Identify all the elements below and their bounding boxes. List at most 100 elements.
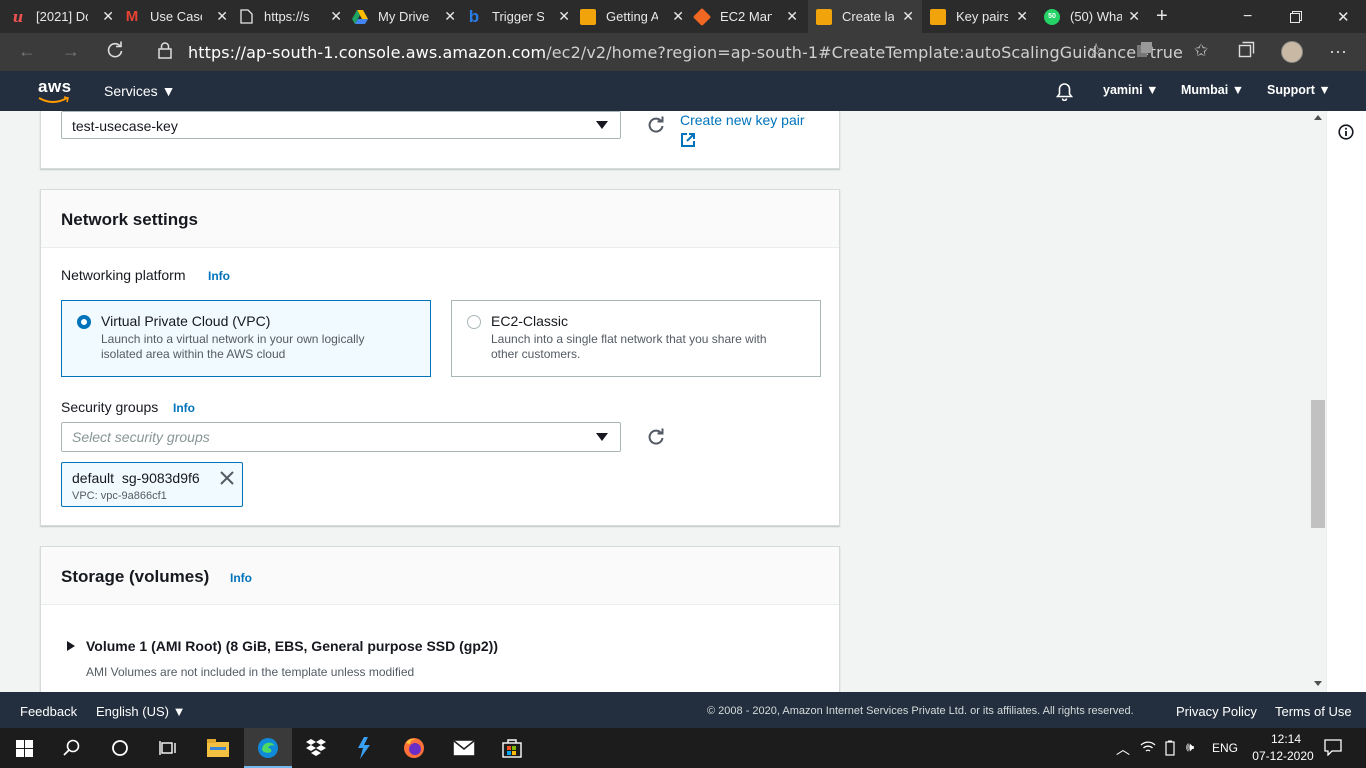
aws-header: aws Services ▼ yamini ▼ Mumbai ▼ Support… bbox=[0, 71, 1366, 111]
support-menu[interactable]: Support ▼ bbox=[1267, 83, 1331, 97]
terms-of-use-link[interactable]: Terms of Use bbox=[1275, 704, 1352, 719]
dropbox-icon[interactable] bbox=[304, 736, 328, 760]
volume-1-title[interactable]: Volume 1 (AMI Root) (8 GiB, EBS, General… bbox=[86, 638, 498, 654]
notifications-bell-icon[interactable] bbox=[1055, 82, 1074, 106]
close-tab-icon[interactable]: ✕ bbox=[216, 8, 228, 25]
refresh-icon[interactable] bbox=[647, 428, 665, 446]
favorites-icon[interactable]: ✩ bbox=[1194, 41, 1208, 61]
security-groups-placeholder: Select security groups bbox=[72, 429, 210, 445]
collections-icon[interactable] bbox=[1238, 41, 1255, 63]
aws-footer: Feedback English (US) ▼ © 2008 - 2020, A… bbox=[0, 692, 1366, 728]
reload-icon[interactable] bbox=[106, 41, 124, 64]
show-hidden-icons-chevron-icon[interactable]: ︿ bbox=[1116, 739, 1130, 759]
vpc-option-tile[interactable]: Virtual Private Cloud (VPC) Launch into … bbox=[61, 300, 431, 377]
store-icon[interactable] bbox=[500, 736, 524, 760]
restore-icon[interactable] bbox=[1290, 0, 1310, 33]
networking-platform-info-link[interactable]: Info bbox=[208, 269, 230, 283]
close-tab-icon[interactable]: ✕ bbox=[444, 8, 456, 25]
services-label: Services bbox=[104, 83, 158, 99]
storage-info-link[interactable]: Info bbox=[230, 571, 252, 585]
close-tab-icon[interactable]: ✕ bbox=[1128, 8, 1140, 25]
remove-token-icon[interactable] bbox=[220, 471, 234, 485]
volume-icon[interactable]: 🕪 bbox=[1186, 739, 1194, 755]
browser-tab[interactable]: Key pairs ✕ bbox=[930, 0, 1036, 33]
cortana-icon[interactable] bbox=[108, 736, 132, 760]
key-pair-select[interactable]: test-usecase-key bbox=[61, 111, 621, 139]
security-groups-info-link[interactable]: Info bbox=[173, 401, 195, 415]
vpc-option-desc: Launch into a virtual network in your ow… bbox=[101, 332, 365, 361]
close-tab-icon[interactable]: ✕ bbox=[1016, 8, 1028, 25]
clock-time[interactable]: 12:14 bbox=[1264, 732, 1308, 746]
vertical-scrollbar[interactable] bbox=[1310, 111, 1326, 692]
profile-avatar[interactable] bbox=[1281, 41, 1303, 63]
battery-icon[interactable] bbox=[1163, 740, 1177, 761]
firefox-icon[interactable] bbox=[402, 736, 426, 760]
scroll-up-icon[interactable] bbox=[1314, 115, 1322, 120]
browser-tab[interactable]: https://s ✕ bbox=[238, 0, 350, 33]
close-tab-icon[interactable]: ✕ bbox=[786, 8, 798, 25]
notification-center-icon[interactable] bbox=[1324, 739, 1342, 761]
windows-start-icon[interactable] bbox=[12, 736, 36, 760]
refresh-icon[interactable] bbox=[647, 116, 665, 134]
vpc-radio[interactable] bbox=[77, 315, 91, 329]
clock-date[interactable]: 07-12-2020 bbox=[1248, 749, 1318, 763]
minimize-icon[interactable]: − bbox=[1243, 0, 1263, 33]
tab-title: [2021] Dc bbox=[36, 9, 88, 24]
ec2-classic-radio[interactable] bbox=[467, 315, 481, 329]
mail-icon[interactable] bbox=[452, 736, 476, 760]
extensions-icon[interactable] bbox=[1136, 41, 1153, 63]
browser-tab[interactable]: My Drive ✕ bbox=[352, 0, 464, 33]
browser-tab[interactable]: b Trigger S ✕ bbox=[466, 0, 578, 33]
support-label: Support bbox=[1267, 83, 1315, 97]
close-tab-icon[interactable]: ✕ bbox=[902, 8, 914, 25]
browser-tab[interactable]: u [2021] Dc ✕ bbox=[10, 0, 122, 33]
address-bar[interactable]: https://ap-south-1.console.aws.amazon.co… bbox=[146, 37, 1183, 67]
edge-browser-icon[interactable] bbox=[256, 736, 280, 760]
back-icon[interactable]: ← bbox=[18, 41, 36, 62]
key-pair-value: test-usecase-key bbox=[72, 118, 178, 134]
browser-tab[interactable]: M Use Case ✕ bbox=[124, 0, 236, 33]
region-menu[interactable]: Mumbai ▼ bbox=[1181, 83, 1244, 97]
file-explorer-icon[interactable] bbox=[206, 736, 230, 760]
browser-tab-active[interactable]: Create la ✕ bbox=[808, 0, 922, 33]
expand-caret-icon[interactable] bbox=[67, 641, 75, 651]
more-options-icon[interactable]: ··· bbox=[1329, 41, 1347, 62]
forward-icon[interactable]: → bbox=[62, 41, 80, 62]
aws-logo[interactable]: aws bbox=[38, 77, 72, 97]
panel-header: Storage (volumes) Info bbox=[41, 547, 839, 605]
account-user: yamini bbox=[1103, 83, 1143, 97]
new-tab-button[interactable]: + bbox=[1156, 0, 1176, 33]
scrollbar-thumb[interactable] bbox=[1311, 400, 1325, 528]
power-automate-icon[interactable] bbox=[352, 736, 376, 760]
close-tab-icon[interactable]: ✕ bbox=[102, 8, 114, 25]
close-tab-icon[interactable]: ✕ bbox=[672, 8, 684, 25]
account-menu[interactable]: yamini ▼ bbox=[1103, 83, 1158, 97]
feedback-link[interactable]: Feedback bbox=[20, 704, 77, 719]
services-menu[interactable]: Services ▼ bbox=[104, 83, 175, 99]
windows-taskbar: ︿ 🕪 ENG 12:14 07-12-2020 bbox=[0, 728, 1366, 768]
wifi-icon[interactable] bbox=[1140, 740, 1156, 759]
lock-icon bbox=[158, 42, 172, 64]
ec2-classic-option-tile[interactable]: EC2-Classic Launch into a single flat ne… bbox=[451, 300, 821, 377]
browser-tab[interactable]: EC2 Man ✕ bbox=[692, 0, 806, 33]
browser-toolbar: ← → https://ap-south-1.console.aws.amazo… bbox=[0, 33, 1366, 71]
browser-tab[interactable]: Getting A ✕ bbox=[580, 0, 692, 33]
favorite-star-icon[interactable]: ☆ bbox=[1088, 40, 1104, 61]
search-icon[interactable] bbox=[60, 736, 84, 760]
create-key-pair-link[interactable]: Create new key pair bbox=[680, 112, 805, 128]
close-window-icon[interactable]: ✕ bbox=[1337, 0, 1357, 33]
privacy-policy-link[interactable]: Privacy Policy bbox=[1176, 704, 1257, 719]
input-language[interactable]: ENG bbox=[1212, 741, 1238, 755]
tab-title: Getting A bbox=[606, 9, 658, 24]
browser-tab[interactable]: 50 (50) Wha ✕ bbox=[1044, 0, 1148, 33]
security-groups-select[interactable]: Select security groups bbox=[61, 422, 621, 452]
external-link-icon[interactable] bbox=[681, 133, 695, 147]
task-view-icon[interactable] bbox=[156, 736, 180, 760]
close-tab-icon[interactable]: ✕ bbox=[330, 8, 342, 25]
info-circle-icon[interactable] bbox=[1338, 124, 1354, 140]
language-selector[interactable]: English (US) ▼ bbox=[96, 704, 185, 719]
scroll-down-icon[interactable] bbox=[1314, 681, 1322, 686]
language-label: English (US) bbox=[96, 704, 169, 719]
url-host: https://ap-south-1.console.aws.amazon.co… bbox=[188, 43, 547, 62]
close-tab-icon[interactable]: ✕ bbox=[558, 8, 570, 25]
